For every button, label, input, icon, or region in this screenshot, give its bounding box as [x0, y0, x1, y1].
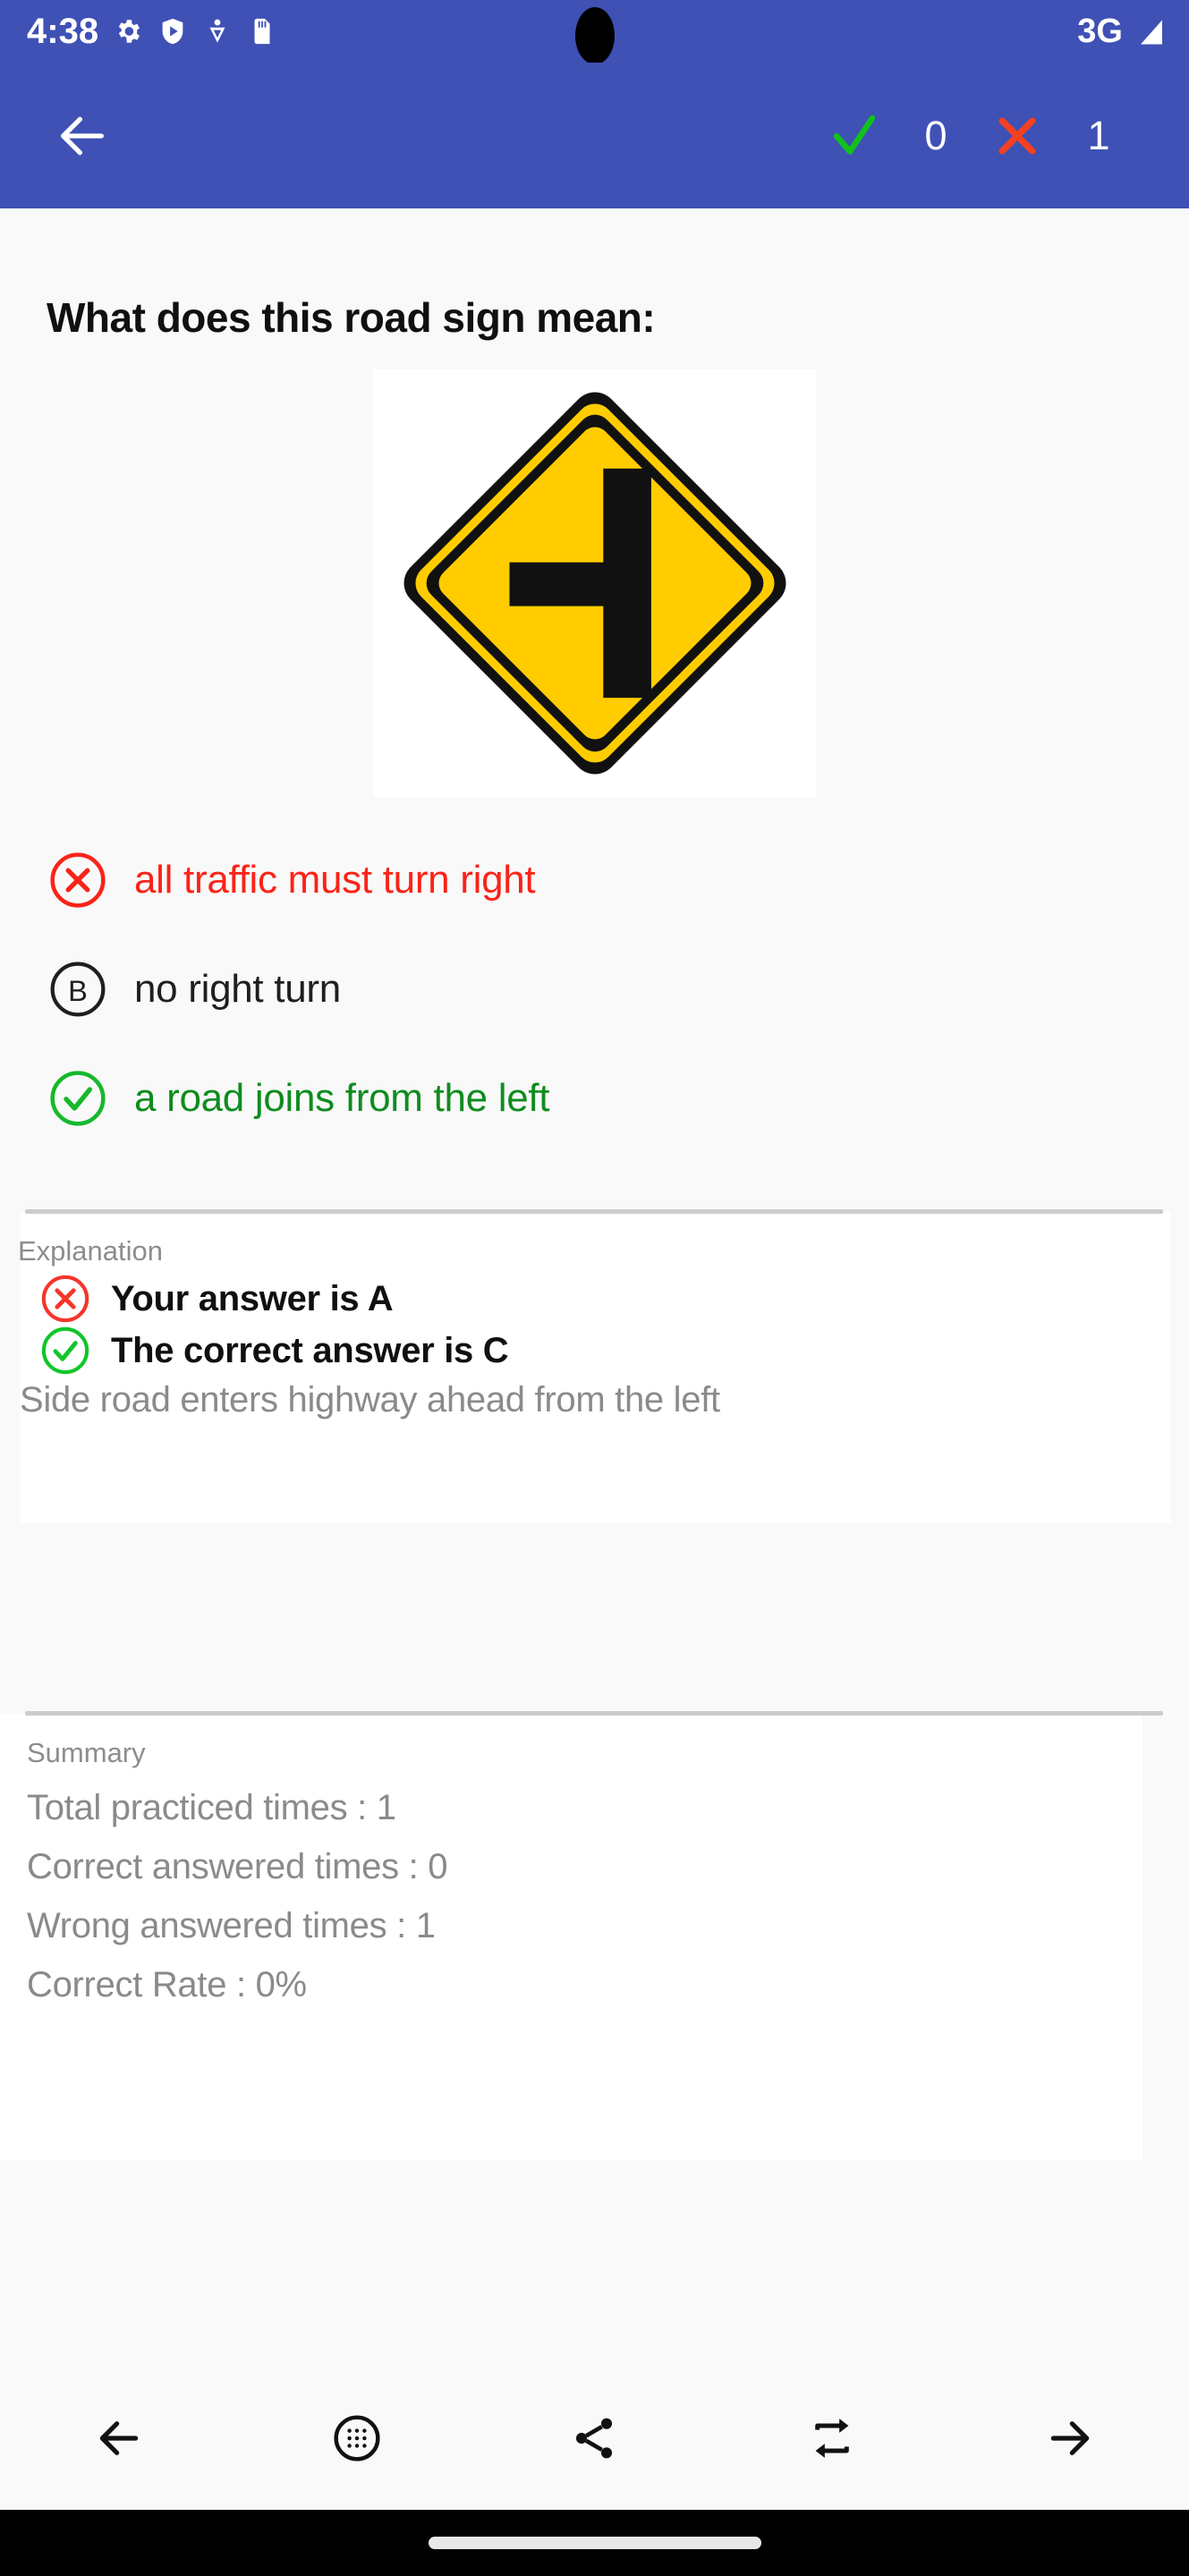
- list-item: Total practiced times : 1: [27, 1787, 396, 1827]
- status-bar-right: 3G: [1077, 14, 1166, 48]
- circled-cross-icon: [38, 1271, 93, 1326]
- explanation-body: Side road enters highway ahead from the …: [20, 1380, 720, 1419]
- answer-options: all traffic must turn right B no right t…: [0, 826, 1189, 1153]
- circled-check-icon: [38, 1323, 93, 1378]
- list-item: Correct Rate : 0%: [27, 1964, 307, 2004]
- answer-option-c[interactable]: a road joins from the left: [0, 1044, 1189, 1153]
- answer-option-a-label: all traffic must turn right: [134, 858, 536, 902]
- circled-check-icon: [45, 1065, 111, 1131]
- status-bar: 4:38 3G: [0, 0, 1189, 64]
- circled-cross-icon: [45, 847, 111, 913]
- check-icon: [822, 104, 887, 168]
- summary-list: Total practiced times : 1 Correct answer…: [27, 1778, 1100, 2014]
- content-area: What does this road sign mean: all traff…: [0, 208, 1189, 2366]
- your-answer-row: Your answer is A: [38, 1271, 394, 1326]
- cross-icon: [985, 104, 1049, 168]
- answer-option-b[interactable]: B no right turn: [0, 935, 1189, 1044]
- app-bar: 0 1: [0, 63, 1189, 208]
- list-item: Correct answered times : 0: [27, 1846, 448, 1886]
- next-button[interactable]: [1021, 2389, 1119, 2487]
- correct-count: 0: [924, 113, 947, 158]
- summary-divider: [25, 1711, 1163, 1716]
- gesture-pill[interactable]: [428, 2537, 761, 2549]
- back-arrow-icon[interactable]: [54, 107, 111, 165]
- score-group: 0 1: [822, 104, 1148, 168]
- status-time: 4:38: [27, 12, 99, 51]
- camera-cutout: [574, 7, 615, 64]
- explanation-section-label: Explanation: [18, 1235, 164, 1267]
- quiz-screen: 4:38 3G 0 1 What does this road sign mea…: [0, 0, 1189, 2576]
- page-title: What does this road sign mean:: [47, 294, 656, 341]
- circled-letter-b: B: [45, 956, 111, 1022]
- list-item: Wrong answered times : 1: [27, 1905, 436, 1945]
- system-gesture-bar: [0, 2510, 1189, 2576]
- side-road-left-warning-sign: [386, 375, 803, 792]
- play-protect-icon: [157, 16, 188, 47]
- gear-icon: [113, 16, 143, 47]
- correct-answer-row: The correct answer is C: [38, 1323, 509, 1378]
- network-type-label: 3G: [1077, 13, 1123, 50]
- answer-option-c-label: a road joins from the left: [134, 1076, 550, 1120]
- wrong-count: 1: [1087, 113, 1110, 158]
- road-sign-image: [373, 369, 816, 797]
- previous-button[interactable]: [70, 2389, 168, 2487]
- status-bar-left: 4:38: [0, 13, 277, 49]
- heart-pulse-icon: [202, 16, 233, 47]
- summary-section-label: Summary: [27, 1737, 146, 1768]
- correct-answer-text: The correct answer is C: [111, 1330, 509, 1370]
- svg-text:B: B: [68, 975, 88, 1007]
- grid-button[interactable]: [308, 2389, 406, 2487]
- repeat-button[interactable]: [783, 2389, 881, 2487]
- share-button[interactable]: [545, 2389, 643, 2487]
- bottom-navigation-bar: [0, 2366, 1189, 2510]
- your-answer-text: Your answer is A: [111, 1278, 394, 1318]
- sd-card-icon: [247, 16, 277, 47]
- explanation-divider: [25, 1209, 1163, 1214]
- signal-bars-icon: [1135, 16, 1166, 47]
- answer-option-a[interactable]: all traffic must turn right: [0, 826, 1189, 935]
- answer-option-b-label: no right turn: [134, 967, 341, 1011]
